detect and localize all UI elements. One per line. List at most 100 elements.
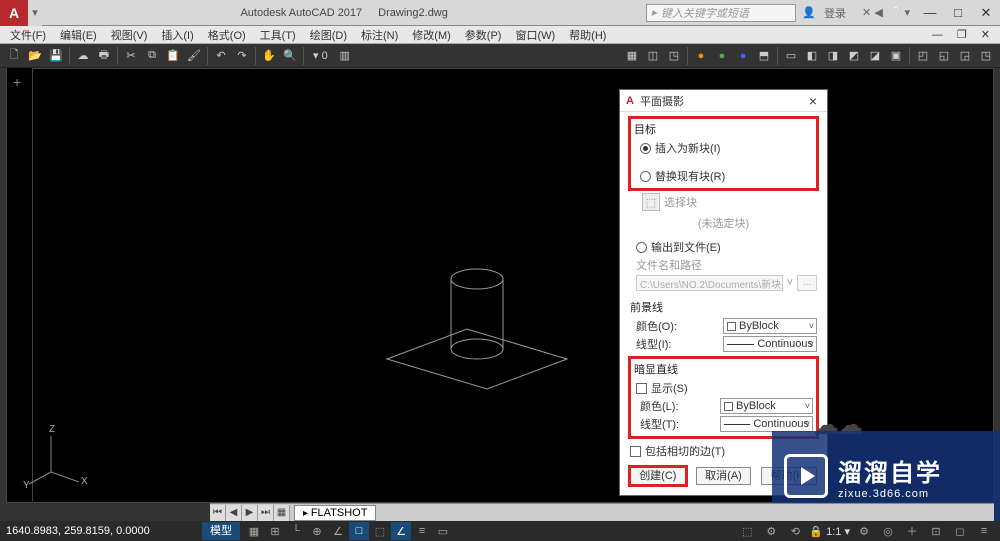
redo-icon[interactable]: ↷: [232, 46, 252, 66]
cloud-icon[interactable]: ☁: [73, 46, 93, 66]
menu-icon[interactable]: ≡: [974, 522, 994, 540]
tab-next-icon[interactable]: ▶: [242, 505, 258, 521]
dialog-close-button[interactable]: ×: [805, 93, 821, 109]
anno-scale[interactable]: 🔒 1:1 ▾: [809, 525, 850, 538]
doc-close-icon[interactable]: ✕: [975, 27, 996, 42]
maximize-button[interactable]: □: [944, 0, 972, 26]
v1-icon[interactable]: ▦: [622, 46, 642, 66]
ortho-toggle-icon[interactable]: └: [286, 522, 306, 540]
cube2-icon[interactable]: ◱: [934, 46, 954, 66]
iso2-icon[interactable]: ◧: [802, 46, 822, 66]
copy-icon[interactable]: ⧉: [142, 46, 162, 66]
undo-icon[interactable]: ↶: [211, 46, 231, 66]
snap-toggle-icon[interactable]: ⊞: [265, 522, 285, 540]
add-icon[interactable]: ＋: [902, 522, 922, 540]
menu-dimension[interactable]: 标注(N): [355, 26, 404, 44]
menu-edit[interactable]: 编辑(E): [54, 26, 103, 44]
3dosnap-icon[interactable]: ⬚: [370, 522, 390, 540]
exchange-icon[interactable]: ✕ ◀: [862, 6, 883, 19]
menu-format[interactable]: 格式(O): [202, 26, 252, 44]
menu-help[interactable]: 帮助(H): [563, 26, 612, 44]
polar-toggle-icon[interactable]: ⊕: [307, 522, 327, 540]
minimize-button[interactable]: —: [916, 0, 944, 26]
ws-icon[interactable]: ⚙: [761, 522, 781, 540]
browse-button[interactable]: ...: [797, 275, 817, 291]
an-icon[interactable]: ⟲: [785, 522, 805, 540]
select-block-button[interactable]: ⬚: [642, 193, 660, 211]
app-logo[interactable]: A: [0, 0, 28, 26]
menu-insert[interactable]: 插入(I): [155, 26, 199, 44]
zoom-icon[interactable]: 🔍: [280, 46, 300, 66]
search-input[interactable]: ▸ 键入关键字或短语: [646, 4, 796, 22]
chk-tangent[interactable]: [630, 446, 641, 457]
iso3-icon[interactable]: ◨: [823, 46, 843, 66]
hid-linetype-select[interactable]: Continuous: [720, 416, 813, 432]
w3-icon[interactable]: ●: [733, 46, 753, 66]
sc-icon[interactable]: ⬚: [737, 522, 757, 540]
create-button[interactable]: 创建(C): [630, 467, 686, 485]
file-path-input[interactable]: C:\Users\NO.2\Documents\新块.dwg: [636, 275, 783, 291]
new-tab-icon[interactable]: +: [13, 74, 21, 90]
w4-icon[interactable]: ⬒: [754, 46, 774, 66]
help-icon[interactable]: ❔▾: [891, 6, 910, 19]
cam-icon[interactable]: ◎: [878, 522, 898, 540]
doc-max-icon[interactable]: ❐: [951, 27, 973, 42]
app-menu-dropdown[interactable]: ▾: [28, 0, 42, 26]
tab-grid-icon[interactable]: ▦: [274, 505, 290, 521]
layers-icon[interactable]: ▥: [335, 46, 355, 66]
w1-icon[interactable]: ●: [691, 46, 711, 66]
otrack-icon[interactable]: ∠: [391, 522, 411, 540]
menu-view[interactable]: 视图(V): [105, 26, 154, 44]
v2-icon[interactable]: ◫: [643, 46, 663, 66]
save-icon[interactable]: 💾: [46, 46, 66, 66]
new-icon[interactable]: 🗋: [4, 46, 24, 66]
chk-show[interactable]: [636, 383, 647, 394]
print-icon[interactable]: 🖶: [94, 46, 114, 66]
radio-insert-new[interactable]: [640, 143, 651, 154]
tab-last-icon[interactable]: ⏭: [258, 505, 274, 521]
doc-min-icon[interactable]: —: [926, 28, 949, 42]
v3-icon[interactable]: ◳: [664, 46, 684, 66]
w2-icon[interactable]: ●: [712, 46, 732, 66]
cut-icon[interactable]: ✂: [121, 46, 141, 66]
iso6-icon[interactable]: ▣: [886, 46, 906, 66]
close-button[interactable]: ✕: [972, 0, 1000, 26]
lwt-icon[interactable]: ≡: [412, 522, 432, 540]
menu-draw[interactable]: 绘图(D): [304, 26, 353, 44]
tab-first-icon[interactable]: ⏮: [210, 505, 226, 521]
iso5-icon[interactable]: ◪: [865, 46, 885, 66]
misc-icon[interactable]: ⊡: [926, 522, 946, 540]
menu-file[interactable]: 文件(F): [4, 26, 52, 44]
file-path-dd[interactable]: ˅: [787, 277, 793, 289]
match-icon[interactable]: 🖌: [184, 46, 204, 66]
cube3-icon[interactable]: ◲: [955, 46, 975, 66]
radio-replace[interactable]: [640, 171, 651, 182]
grid-toggle-icon[interactable]: ▦: [244, 522, 264, 540]
hid-color-select[interactable]: ByBlock: [720, 398, 813, 414]
osnap-toggle-icon[interactable]: □: [349, 522, 369, 540]
cube1-icon[interactable]: ◰: [913, 46, 933, 66]
menu-tools[interactable]: 工具(T): [254, 26, 302, 44]
menu-window[interactable]: 窗口(W): [509, 26, 561, 44]
radio-export[interactable]: [636, 242, 647, 253]
fs-icon[interactable]: ◻: [950, 522, 970, 540]
tab-prev-icon[interactable]: ◀: [226, 505, 242, 521]
paste-icon[interactable]: 📋: [163, 46, 183, 66]
iso-toggle-icon[interactable]: ∠: [328, 522, 348, 540]
gear-icon[interactable]: ⚙: [854, 522, 874, 540]
signin-icon[interactable]: 👤: [802, 6, 816, 19]
menu-param[interactable]: 参数(P): [459, 26, 508, 44]
iso1-icon[interactable]: ▭: [781, 46, 801, 66]
iso4-icon[interactable]: ◩: [844, 46, 864, 66]
cube4-icon[interactable]: ◳: [976, 46, 996, 66]
tr-icon[interactable]: ▭: [433, 522, 453, 540]
model-space-button[interactable]: 模型: [202, 522, 240, 540]
layer-dd[interactable]: ▾ 0: [307, 46, 334, 66]
open-icon[interactable]: 📂: [25, 46, 45, 66]
pan-icon[interactable]: ✋: [259, 46, 279, 66]
fg-color-select[interactable]: ByBlock: [723, 318, 817, 334]
signin-label[interactable]: 登录: [824, 5, 846, 21]
fg-linetype-select[interactable]: Continuous: [723, 336, 817, 352]
cancel-button[interactable]: 取消(A): [696, 467, 752, 485]
menu-modify[interactable]: 修改(M): [406, 26, 457, 44]
